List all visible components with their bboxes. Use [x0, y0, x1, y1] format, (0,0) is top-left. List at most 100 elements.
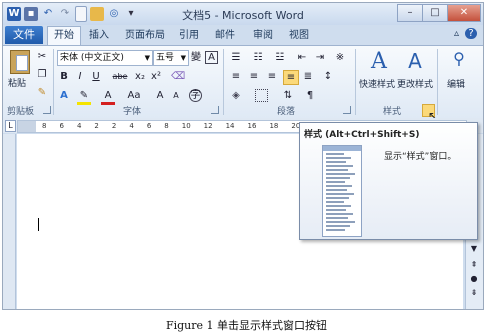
tab-home[interactable]: 开始	[47, 26, 81, 45]
clear-format-icon[interactable]: ⌫	[171, 70, 185, 83]
preview-line	[326, 181, 345, 183]
font-color-icon[interactable]: A	[101, 89, 115, 105]
quick-styles-label: 快速样式	[359, 80, 396, 90]
align-center-icon[interactable]: ≡	[247, 70, 261, 83]
separator	[355, 49, 356, 115]
increase-indent-icon[interactable]: ⇥	[313, 51, 327, 64]
paste-icon	[10, 50, 30, 74]
ruler-tick-label: 4	[76, 122, 82, 130]
scroll-down-icon[interactable]: ▼	[469, 244, 479, 254]
tooltip-description: 显示“样式”窗口。	[384, 152, 457, 162]
separator	[53, 49, 54, 115]
char-border-icon[interactable]: A	[205, 51, 218, 64]
preview-line	[326, 209, 346, 211]
ruler-tick-label: 12	[203, 122, 213, 130]
preview-line	[326, 213, 353, 215]
font-size-combo[interactable]: 五号 ▼	[153, 50, 189, 66]
font-name-combo[interactable]: 宋体 (中文正文) ▼	[57, 50, 153, 66]
minimize-ribbon-icon[interactable]: ▵	[454, 28, 459, 39]
preview-line	[326, 153, 344, 155]
editing-label: 编辑	[447, 80, 466, 90]
decrease-indent-icon[interactable]: ⇤	[295, 51, 309, 64]
sort-icon[interactable]: ⇅	[281, 89, 295, 102]
show-marks-icon[interactable]: ¶	[303, 89, 317, 102]
cut-icon[interactable]: ✂	[35, 50, 49, 63]
tab-mailings[interactable]: 邮件	[215, 27, 235, 45]
underline-button[interactable]: U	[89, 70, 103, 83]
font-launcher-icon[interactable]	[211, 106, 219, 114]
chevron-down-icon: ▼	[144, 54, 150, 62]
phonetic-guide-icon[interactable]: 變	[189, 51, 203, 64]
browse-object-icon[interactable]: ●	[469, 274, 479, 284]
separator	[437, 49, 438, 115]
ruler-tick-label: 8	[42, 122, 47, 130]
multilevel-list-icon[interactable]: ☳	[273, 51, 287, 64]
ruler-tick-label: 6	[59, 122, 64, 130]
chinese-layout-icon[interactable]: ※	[333, 51, 347, 64]
tab-review[interactable]: 审阅	[253, 27, 273, 45]
preview-line	[326, 221, 355, 223]
next-page-icon[interactable]: ⇟	[469, 288, 479, 298]
minimize-button[interactable]: –	[397, 4, 423, 22]
tab-selector[interactable]: L	[5, 120, 16, 132]
numbering-icon[interactable]: ☷	[251, 51, 265, 64]
ruler-tick-label: 16	[247, 122, 257, 130]
tab-file[interactable]: 文件	[5, 26, 43, 44]
preview-line	[326, 197, 349, 199]
tab-right-controls: ▵ ?	[454, 28, 477, 39]
change-case-icon[interactable]: Aa	[125, 89, 143, 102]
line-spacing-icon[interactable]: ↕	[321, 70, 335, 83]
ribbon-home: 粘贴 ✂ ❐ ✎ 剪贴板 宋体 (中文正文) ▼ 五号 ▼ 變 A B I U …	[3, 45, 483, 123]
strikethrough-button[interactable]: abe	[111, 70, 129, 83]
preview-line	[326, 225, 350, 227]
ruler-tick-label: 6	[146, 122, 152, 130]
binoculars-icon: ⚲	[453, 49, 465, 68]
distributed-icon[interactable]: ≣	[301, 70, 315, 83]
superscript-button[interactable]: x²	[149, 70, 163, 83]
bold-button[interactable]: B	[57, 70, 71, 83]
align-right-icon[interactable]: ≡	[265, 70, 279, 83]
preview-line	[326, 229, 345, 231]
enclosed-char-icon[interactable]: 字	[189, 89, 202, 102]
shrink-font-icon[interactable]: A	[169, 89, 183, 102]
clipboard-launcher-icon[interactable]	[43, 106, 51, 114]
preview-line	[326, 169, 348, 171]
justify-icon[interactable]: ≡	[283, 70, 299, 85]
copy-icon[interactable]: ❐	[35, 68, 49, 81]
format-painter-icon[interactable]: ✎	[35, 86, 49, 99]
help-icon[interactable]: ?	[465, 28, 477, 39]
ruler-tick-label: 8	[164, 122, 169, 130]
italic-button[interactable]: I	[73, 70, 87, 83]
align-left-icon[interactable]: ≡	[229, 70, 243, 83]
bullets-icon[interactable]: ☰	[229, 51, 243, 64]
tab-page-layout[interactable]: 页面布局	[125, 27, 165, 45]
highlight-icon[interactable]: ✎	[77, 89, 91, 105]
tab-references[interactable]: 引用	[179, 27, 199, 45]
ruler-tick-label: 14	[225, 122, 235, 130]
borders-icon[interactable]	[255, 89, 268, 105]
ruler-margin	[18, 121, 36, 132]
ruler-tick-label: 18	[269, 122, 279, 130]
preview-header	[323, 146, 361, 151]
separator	[223, 49, 224, 115]
grow-font-icon[interactable]: A	[153, 89, 167, 102]
close-button[interactable]: ✕	[447, 4, 481, 22]
restore-button[interactable]: □	[422, 4, 448, 22]
tooltip-title: 样式 (Alt+Ctrl+Shift+S)	[304, 130, 420, 140]
previous-page-icon[interactable]: ⇞	[469, 260, 479, 270]
shading-icon[interactable]: ◈	[229, 89, 243, 102]
preview-line	[326, 161, 346, 163]
change-styles-icon: A	[408, 49, 422, 73]
paste-button[interactable]	[8, 50, 32, 78]
ruler-tick-label: 2	[111, 122, 117, 130]
preview-line	[326, 193, 354, 195]
word-window: W ▪ ↶ ↷ ◎ ▾ 文档5 - Microsoft Word – □ ✕ 文…	[2, 2, 484, 310]
window-controls: – □ ✕	[397, 4, 481, 22]
subscript-button[interactable]: x₂	[133, 70, 147, 83]
font-group-label: 字体	[123, 107, 142, 117]
tab-insert[interactable]: 插入	[89, 27, 109, 45]
tab-view[interactable]: 视图	[289, 27, 309, 45]
chevron-down-icon: ▼	[180, 54, 186, 62]
text-effects-icon[interactable]: A	[57, 89, 71, 102]
paragraph-launcher-icon[interactable]	[343, 106, 351, 114]
